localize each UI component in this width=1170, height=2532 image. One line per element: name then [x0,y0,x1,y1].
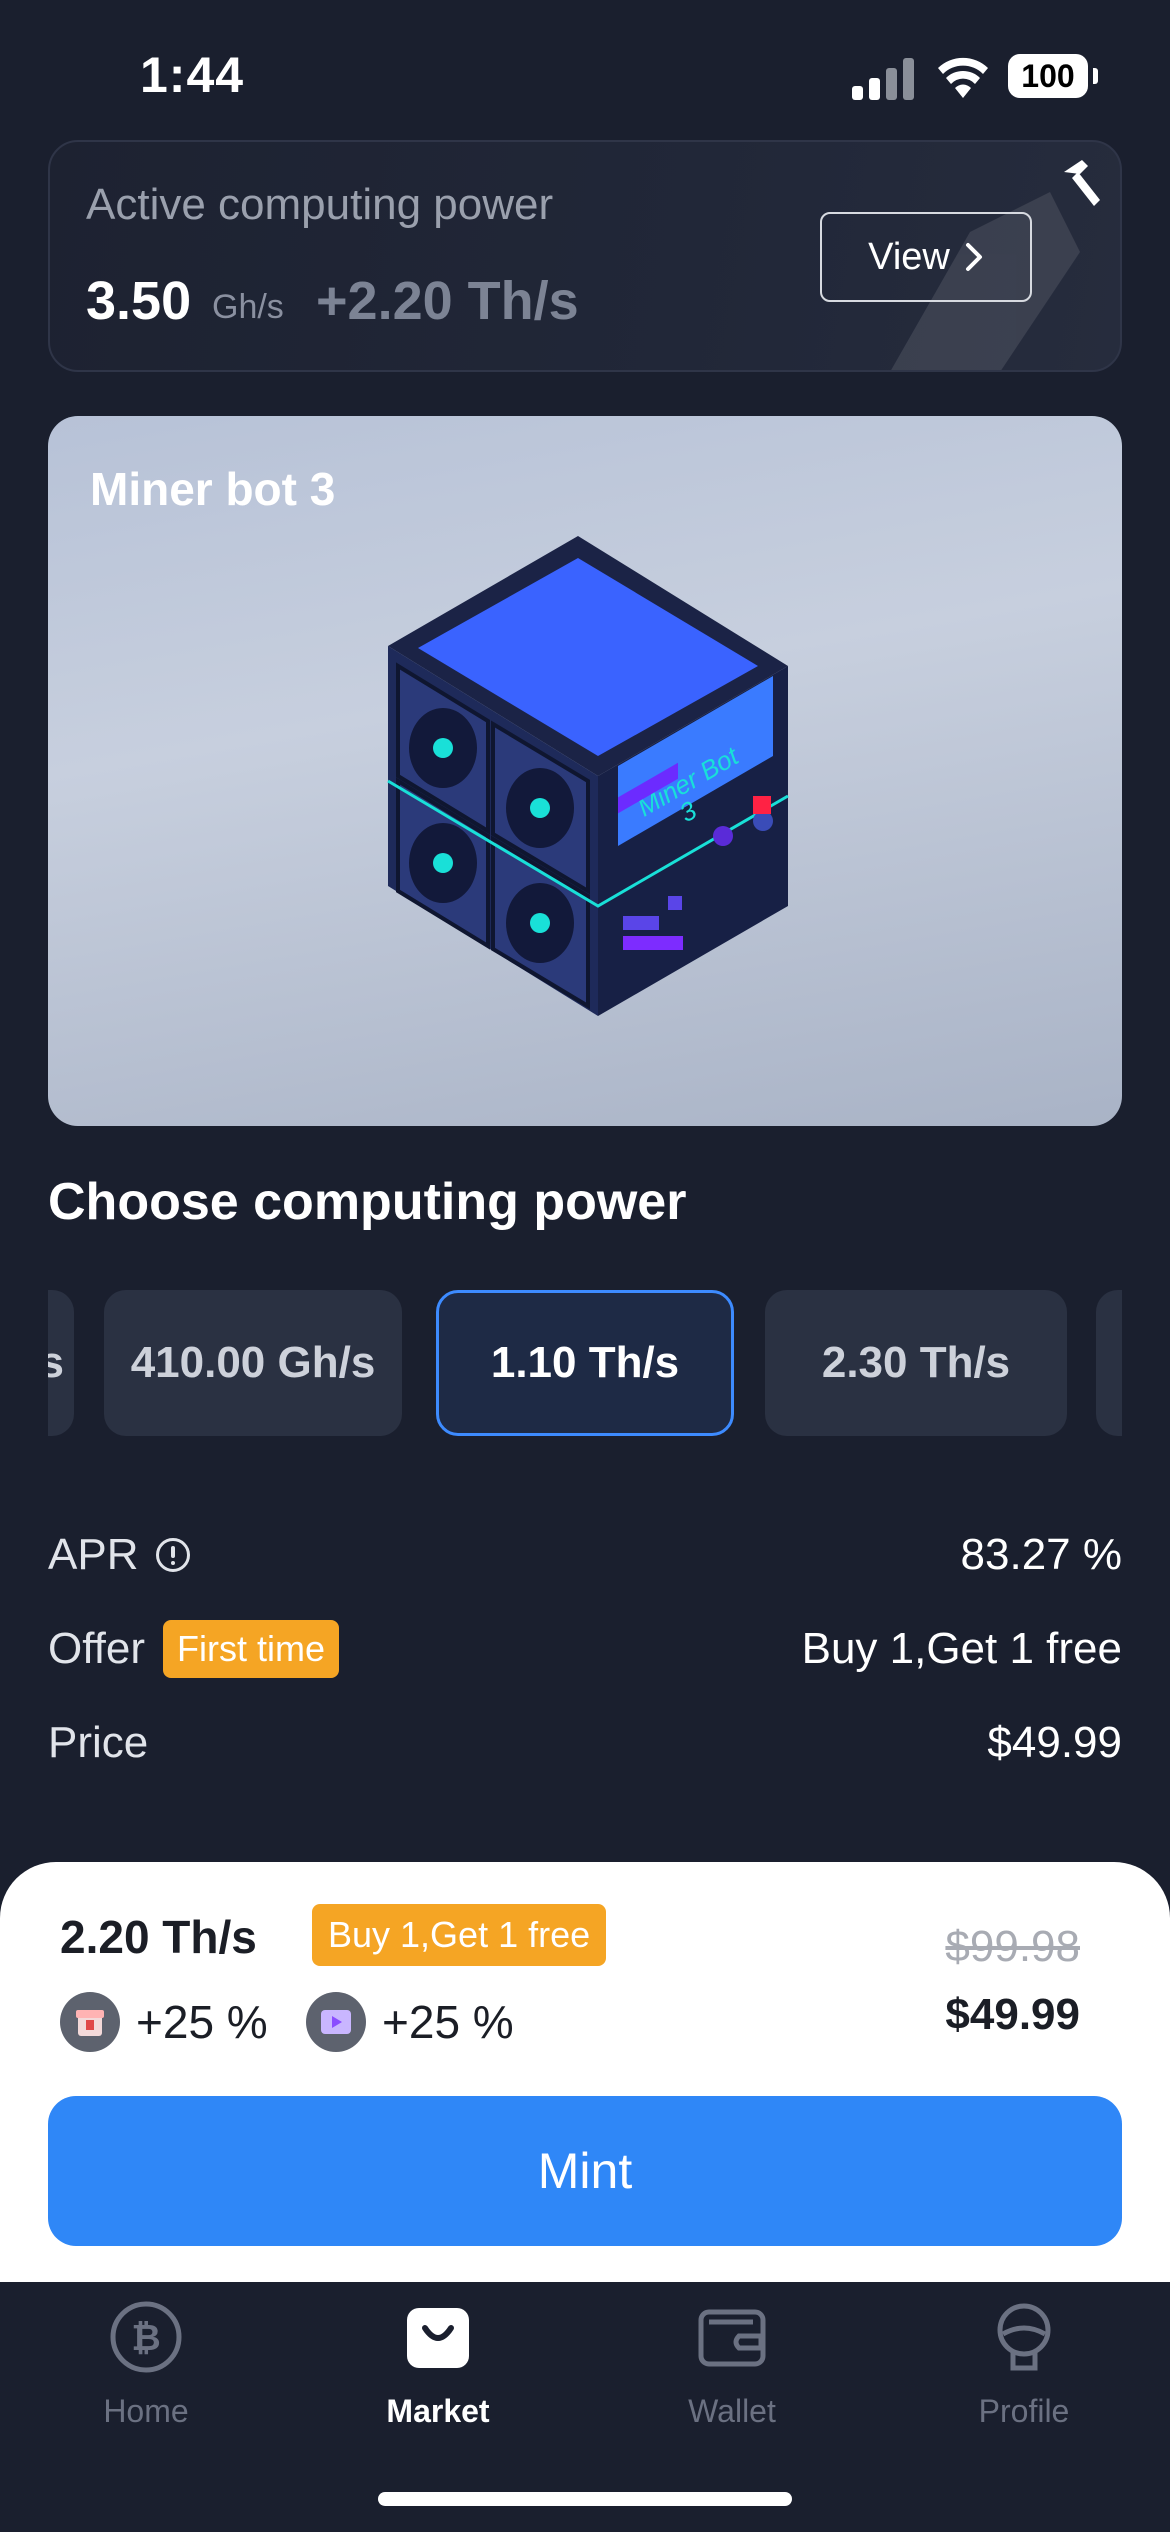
power-value: 3.50 [86,271,192,331]
offer-badge: Buy 1,Get 1 free [312,1904,607,1966]
power-chip[interactable]: 2.30 Th/s [765,1290,1067,1436]
view-button-label: View [868,235,950,278]
apr-value: 83.27 % [960,1530,1122,1579]
price-label: Price [48,1718,149,1767]
cellular-signal-icon [852,56,916,100]
page: 1:44 100 Active computing power 3.50 Gh/… [0,0,1170,2532]
wifi-icon [938,57,988,98]
tab-home[interactable]: ₿ Home [46,2300,246,2450]
offer-value: Buy 1,Get 1 free [801,1624,1122,1673]
sheet-power: 2.20 Th/s [60,1911,257,1963]
first-time-badge: First time [163,1620,340,1678]
hammer-icon [1064,160,1100,206]
miner-bot-image: Miner Bot 3 [387,536,789,1016]
price-value: $49.99 [987,1718,1122,1767]
miner-title: Miner bot 3 [90,463,336,515]
chevron-right-icon [965,243,982,271]
miner-hero-card: Miner bot 3 Miner Bot 3 [48,416,1122,1126]
battery-icon: 100 [1008,54,1098,98]
power-bonus: +2.20 Th/s [316,271,579,331]
info-icon[interactable] [156,1538,191,1572]
power-chip[interactable] [1096,1290,1122,1436]
svg-text:₿: ₿ [131,2318,160,2359]
status-time: 1:44 [140,47,245,103]
tab-profile[interactable]: Profile [924,2300,1124,2450]
old-price: $99.98 [945,1922,1080,1971]
boost-item: +25 % [60,1992,268,2052]
tab-label: Profile [978,2393,1070,2429]
active-power-card: Active computing power 3.50 Gh/s +2.20 T… [48,140,1122,372]
view-button[interactable]: View [820,212,1032,302]
gift-icon [60,1992,120,2052]
bitcoin-icon: ₿ [110,2301,182,2373]
offer-label: Offer [48,1624,146,1673]
profile-icon [997,2303,1051,2371]
boost-value: +25 % [382,1996,514,2048]
tab-label: Home [103,2393,189,2429]
power-label: Active computing power [86,180,554,229]
power-chip-list[interactable]: s 410.00 Gh/s 1.10 Th/s 2.30 Th/s [48,1290,1122,1436]
boost-value: +25 % [136,1996,268,2048]
tab-label: Market [386,2393,490,2429]
power-unit: Gh/s [212,288,284,326]
offer-row: Offer First time Buy 1,Get 1 free [48,1614,1122,1684]
tab-wallet[interactable]: Wallet [632,2300,832,2450]
status-bar: 1:44 100 [0,0,1170,140]
power-chip[interactable]: s [48,1290,74,1436]
apr-row: APR 83.27 % [48,1520,1122,1590]
choose-power-title: Choose computing power [48,1173,687,1231]
apr-label: APR [48,1530,139,1579]
power-chip[interactable]: 410.00 Gh/s [104,1290,402,1436]
tab-label: Wallet [688,2393,776,2429]
video-icon [306,1992,366,2052]
wallet-icon [698,2309,766,2367]
mint-button[interactable]: Mint [48,2096,1122,2246]
price-row: Price $49.99 [48,1708,1122,1778]
power-chip-selected[interactable]: 1.10 Th/s [436,1290,734,1436]
purchase-sheet: 2.20 Th/s Buy 1,Get 1 free +25 % +25 % $… [0,1862,1170,2282]
home-indicator[interactable] [378,2492,792,2506]
boost-item: +25 % [306,1992,514,2052]
new-price: $49.99 [945,1990,1080,2039]
tab-market[interactable]: Market [338,2300,538,2450]
shopping-bag-icon [407,2308,469,2368]
